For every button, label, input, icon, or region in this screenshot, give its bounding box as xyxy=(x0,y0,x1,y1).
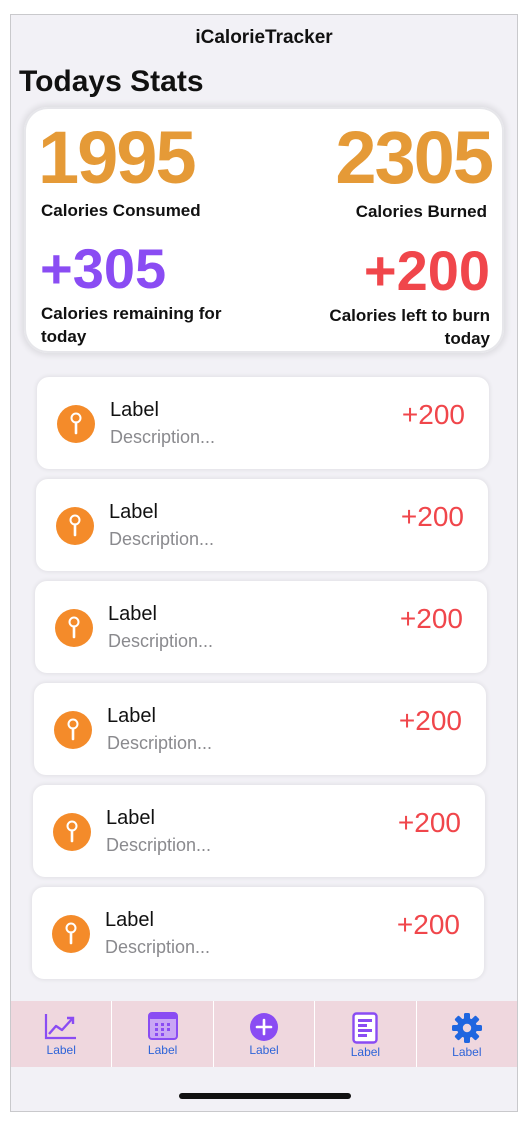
entry-label: Label xyxy=(109,501,158,523)
entry-label: Label xyxy=(110,399,159,421)
entry-label: Label xyxy=(107,705,156,727)
pin-icon xyxy=(56,507,94,545)
app-screen: iCalorieTracker Todays Stats 1995 Calori… xyxy=(10,14,518,1112)
tab-bar: Label Label Label Label Label xyxy=(11,1001,517,1067)
calories-remaining-value: +305 xyxy=(40,237,167,300)
entry-description: Description... xyxy=(108,631,214,651)
list-item[interactable]: Label Description... +200 xyxy=(33,785,485,877)
entry-description: Description... xyxy=(106,835,212,855)
entry-value: +200 xyxy=(400,501,464,532)
page-title: Todays Stats xyxy=(19,65,204,98)
home-indicator[interactable] xyxy=(179,1093,351,1099)
calories-left-to-burn-value: +200 xyxy=(363,239,490,302)
entry-description: Description... xyxy=(107,733,213,753)
calories-consumed-label: Calories Consumed xyxy=(41,201,201,220)
tab-label: Label xyxy=(46,1043,76,1057)
tab-settings[interactable]: Label xyxy=(417,1001,517,1067)
entry-value: +200 xyxy=(398,705,462,736)
calories-remaining-label: Calories remaining for today xyxy=(41,304,222,346)
calories-left-to-burn-label: Calories left to burn today xyxy=(329,306,490,348)
list-item[interactable]: Label Description... +200 xyxy=(35,581,487,673)
entry-value: +200 xyxy=(396,909,460,940)
list-item[interactable]: Label Description... +200 xyxy=(34,683,486,775)
tab-calendar[interactable]: Label xyxy=(112,1001,214,1067)
calories-burned-value: 2305 xyxy=(335,116,494,199)
entry-value: +200 xyxy=(399,603,463,634)
tab-label: Label xyxy=(350,1045,381,1059)
entry-description: Description... xyxy=(109,529,215,549)
pin-icon xyxy=(54,711,92,749)
pin-icon xyxy=(55,609,93,647)
entry-label: Label xyxy=(106,807,155,829)
calories-burned-label: Calories Burned xyxy=(355,202,487,221)
tab-log[interactable]: Label xyxy=(315,1001,417,1067)
pin-icon xyxy=(53,813,91,851)
tab-stats[interactable]: Label xyxy=(11,1001,113,1067)
tab-label: Label xyxy=(452,1045,482,1059)
entry-value: +200 xyxy=(401,399,465,430)
gear-icon xyxy=(451,1013,482,1043)
chart-line-icon xyxy=(45,1014,77,1040)
list-item[interactable]: Label Description... +200 xyxy=(32,887,484,979)
calories-consumed-value: 1995 xyxy=(38,116,197,199)
app-title: iCalorieTracker xyxy=(195,27,333,48)
tab-add[interactable]: Label xyxy=(214,1001,316,1067)
pin-icon xyxy=(52,915,90,953)
tab-label: Label xyxy=(249,1043,279,1057)
calendar-icon xyxy=(147,1012,178,1040)
entry-value: +200 xyxy=(397,807,461,838)
entry-description: Description... xyxy=(110,427,216,447)
plus-circle-icon xyxy=(250,1013,279,1041)
document-icon xyxy=(352,1012,379,1044)
tab-label: Label xyxy=(147,1043,178,1057)
entry-label: Label xyxy=(108,603,157,625)
list-item[interactable]: Label Description... +200 xyxy=(36,479,488,571)
stats-card: 1995 Calories Consumed 2305 Calories Bur… xyxy=(24,107,504,353)
entry-label: Label xyxy=(105,909,154,931)
entry-description: Description... xyxy=(105,937,211,957)
pin-icon xyxy=(57,405,95,443)
list-item[interactable]: Label Description... +200 xyxy=(37,377,489,469)
